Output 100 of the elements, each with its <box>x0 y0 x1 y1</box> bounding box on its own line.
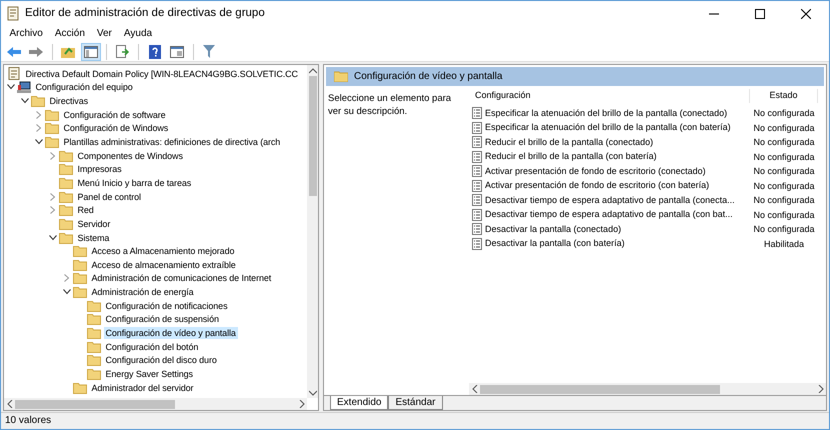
setting-name[interactable]: Especificar la atenuación del brillo de la pantalla (con batería) <box>485 121 731 134</box>
setting-name[interactable]: Especificar la atenuación del brillo de la pantalla (conectado) <box>485 106 728 120</box>
scrollbar-thumb[interactable] <box>480 384 720 394</box>
horizontal-scrollbar[interactable] <box>469 383 826 395</box>
status-text: 10 valores <box>1 412 829 429</box>
folder-icon <box>59 190 73 203</box>
folder-icon <box>45 136 59 148</box>
setting-state: No configurada <box>752 208 816 221</box>
setting-state: Habilitada <box>762 238 806 250</box>
policy-setting-icon <box>472 165 482 178</box>
folder-icon <box>73 245 87 258</box>
menu-item[interactable]: Ayuda <box>118 26 158 42</box>
computer-icon <box>17 80 31 94</box>
setting-state: No configurada <box>752 194 816 206</box>
folder-icon <box>59 176 73 189</box>
tree-item[interactable]: Componentes de Windows <box>76 150 185 162</box>
setting-name[interactable]: Desactivar tiempo de espera adaptativo de pantalla (con bat... <box>485 208 733 222</box>
tree-item[interactable]: Configuración de notificaciones <box>104 300 230 312</box>
folder-icon <box>59 204 73 216</box>
tree-item[interactable]: Sistema <box>76 232 112 244</box>
tree-item[interactable]: Administración de comunicaciones de Internet <box>90 272 274 284</box>
view-tab[interactable]: Estándar <box>388 396 443 410</box>
tree-item[interactable]: Red <box>76 204 96 216</box>
setting-name[interactable]: Activar presentación de fondo de escritorio (conectado) <box>485 164 706 178</box>
tree-item[interactable]: Servidor <box>76 218 112 230</box>
setting-state: No configurada <box>752 136 816 148</box>
policy-setting-icon <box>472 136 482 148</box>
tree-item[interactable]: Configuración de vídeo y pantalla <box>104 326 238 339</box>
folder-icon <box>59 163 73 176</box>
window-title: Editor de administración de directivas de grupo <box>25 6 266 21</box>
app-icon <box>6 6 20 21</box>
folder-icon <box>73 382 87 394</box>
setting-name[interactable]: Desactivar la pantalla (conectado) <box>485 222 622 236</box>
setting-name[interactable]: Reducir el brillo de la pantalla (conectado) <box>485 136 654 149</box>
tree-item[interactable]: Configuración de software <box>62 108 168 121</box>
folder-icon <box>73 258 87 271</box>
setting-name[interactable]: Desactivar tiempo de espera adaptativo de pantalla (conecta... <box>485 194 735 207</box>
tree-item[interactable]: Configuración de Windows <box>62 122 170 134</box>
folder-icon <box>87 326 101 339</box>
folder-icon <box>334 71 348 82</box>
tree-item[interactable]: Configuración del botón <box>104 340 200 353</box>
tree-item[interactable]: Configuración de suspensión <box>104 313 221 326</box>
folder-icon <box>73 286 87 298</box>
console-tree-icon[interactable] <box>80 42 100 60</box>
policy-setting-icon <box>472 223 482 236</box>
folder-icon <box>59 150 73 162</box>
policy-setting-icon <box>472 208 482 221</box>
folder-icon <box>59 232 73 244</box>
tree-item[interactable]: Acceso a Almacenamiento mejorado <box>90 245 236 258</box>
policy-setting-icon <box>472 107 482 120</box>
policy-setting-icon <box>472 238 482 250</box>
menu-item[interactable]: Acción <box>48 26 91 42</box>
folder-icon <box>45 108 59 121</box>
setting-state: No configurada <box>752 165 816 178</box>
scrollbar-thumb[interactable] <box>308 76 316 196</box>
setting-name[interactable]: Desactivar la pantalla (con batería) <box>485 237 625 250</box>
folder-icon <box>87 354 101 366</box>
maximize-icon <box>755 8 765 18</box>
tree-item[interactable]: Impresoras <box>76 163 124 176</box>
tree-item[interactable]: Acceso de almacenamiento extraíble <box>90 258 238 271</box>
details-title: Configuración de vídeo y pantalla <box>354 70 502 84</box>
policy-setting-icon <box>472 122 482 134</box>
folder-icon <box>87 368 101 380</box>
horizontal-scrollbar[interactable] <box>4 398 307 410</box>
setting-state: No configurada <box>752 150 816 163</box>
close-icon <box>801 8 811 18</box>
scrollbar-thumb[interactable] <box>15 400 175 408</box>
tree-item[interactable]: Administración de energía <box>90 286 196 298</box>
menu-item[interactable]: Archivo <box>4 26 49 42</box>
setting-state: No configurada <box>752 180 816 192</box>
tree-item[interactable]: Directiva Default Domain Policy [WIN-8LEACN4G9BG.SOLVETIC.CC <box>24 68 300 80</box>
tree-item[interactable]: Menú Inicio y barra de tareas <box>76 176 194 189</box>
setting-name[interactable]: Reducir el brillo de la pantalla (con batería) <box>485 150 657 164</box>
column-header[interactable]: Configuración <box>469 89 750 103</box>
policy-setting-icon <box>472 180 482 192</box>
vertical-scrollbar[interactable] <box>307 65 318 398</box>
folder-icon <box>31 95 45 108</box>
folder-icon <box>87 340 101 353</box>
tree-item[interactable]: Plantillas administrativas: definiciones de directiva (arch <box>62 136 282 148</box>
folder-icon <box>87 300 101 312</box>
view-tab[interactable]: Extendido <box>330 396 388 410</box>
folder-icon <box>45 122 59 134</box>
folder-icon <box>59 218 73 230</box>
tree-item[interactable]: Energy Saver Settings <box>104 368 195 380</box>
document-icon <box>7 67 21 80</box>
policy-setting-icon <box>472 194 482 206</box>
menu-item[interactable]: Ver <box>90 26 118 42</box>
tree-item[interactable]: Panel de control <box>76 190 143 203</box>
setting-state: No configurada <box>752 223 816 236</box>
tree-item[interactable]: Directivas <box>48 95 90 108</box>
policy-setting-icon <box>472 150 482 163</box>
tree-item[interactable]: Configuración del disco duro <box>104 354 219 366</box>
tree-item[interactable]: Administrador del servidor <box>90 382 196 394</box>
column-header[interactable]: Estado <box>750 89 818 103</box>
folder-icon <box>87 313 101 326</box>
expanded-chevron-icon[interactable] <box>47 232 59 242</box>
setting-state: No configurada <box>752 107 816 120</box>
tree-item[interactable]: Configuración del equipo <box>34 81 135 94</box>
folder-icon <box>73 272 87 284</box>
setting-name[interactable]: Activar presentación de fondo de escritorio (con batería) <box>485 179 710 192</box>
